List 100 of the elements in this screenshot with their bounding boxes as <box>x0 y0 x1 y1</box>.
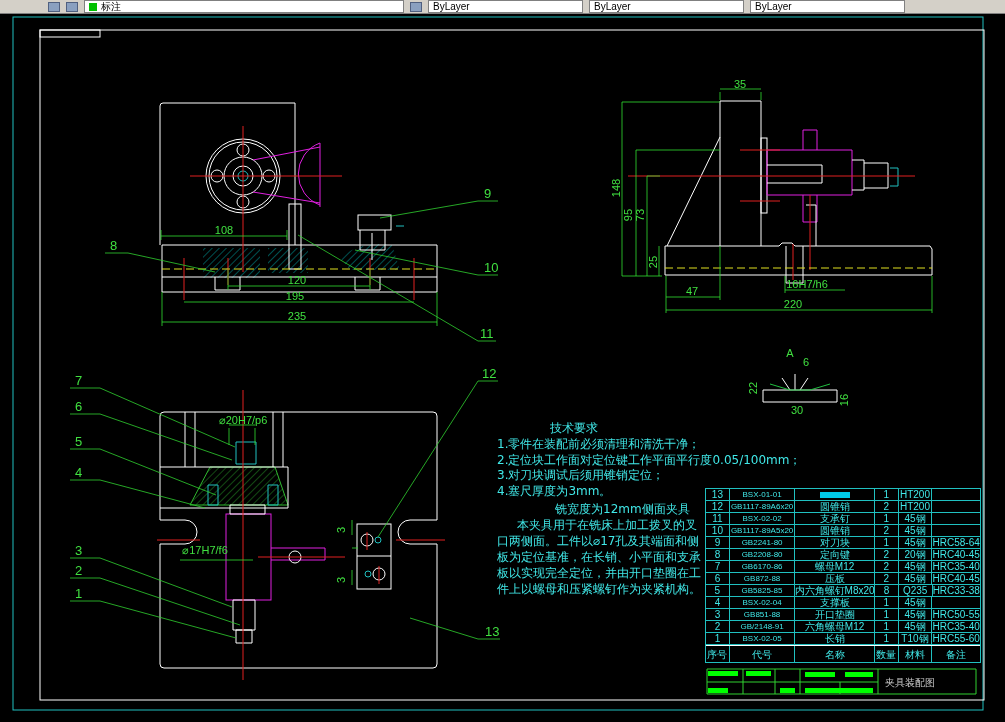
table-cell: HRC58-64 <box>932 537 980 548</box>
callout-number: 3 <box>75 543 83 558</box>
dimension-text: 47 <box>685 285 699 297</box>
description-title: 铣宽度为12mm侧面夹具 <box>555 502 690 516</box>
table-cell: 1 <box>874 621 899 632</box>
description-text: 板为定位基准，在长销、小平面和支承 <box>497 550 701 564</box>
table-cell: 6 <box>706 573 730 584</box>
table-cell: 45钢 <box>898 561 933 572</box>
table-cell: 压板 <box>795 573 875 584</box>
table-cell: BSX-02-02 <box>729 513 796 524</box>
color-square-icon <box>89 2 97 11</box>
table-cell: 4 <box>706 597 730 608</box>
table-cell: 45钢 <box>898 597 933 608</box>
column-header: 材料 <box>898 646 933 662</box>
dimension-line <box>351 519 359 586</box>
column-header: 代号 <box>729 646 796 662</box>
table-cell: 定向键 <box>795 549 875 560</box>
table-cell: 8 <box>875 585 899 596</box>
dimension-text: 16H7/h6 <box>786 278 828 290</box>
dimension-text: 235 <box>287 310 307 322</box>
table-cell: 8 <box>706 549 730 560</box>
property-dropdown[interactable]: ByLayer <box>589 0 744 13</box>
column-header: 序号 <box>706 646 730 662</box>
table-cell: 1 <box>874 513 899 524</box>
dimension-text: 148 <box>610 178 622 198</box>
callout-number: 5 <box>75 434 83 449</box>
table-cell: 45钢 <box>898 537 933 548</box>
table-cell: 内六角螺钉M8x20 <box>795 585 876 596</box>
column-header: 备注 <box>945 647 968 662</box>
callout-number: 12 <box>482 366 497 381</box>
table-cell: 1 <box>874 597 899 608</box>
description-text: 本夹具用于在铣床上加工拨叉的叉 <box>517 518 697 532</box>
table-cell: 1 <box>706 633 730 644</box>
table-cell: 45钢 <box>898 609 933 620</box>
column-header: 名称 <box>795 646 875 662</box>
property-dropdown[interactable]: ByLayer <box>428 0 583 13</box>
table-cell: HRC33-38 <box>932 585 980 596</box>
table-cell: HT200 <box>898 501 933 512</box>
requirements-title: 技术要求 <box>550 421 598 435</box>
table-cell: 10 <box>706 525 730 536</box>
dimension-text: 25 <box>647 255 659 269</box>
table-cell: HRC55-60 <box>932 633 980 644</box>
property-dropdown[interactable]: ByLayer <box>750 0 905 13</box>
table-cell: 长销 <box>795 633 875 644</box>
dimension-text: 73 <box>634 208 646 222</box>
dimension-text: 16 <box>838 393 850 407</box>
dimension-text: 3 <box>335 526 347 534</box>
table-cell: 圆锥销 <box>795 525 875 536</box>
table-cell: 支撑板 <box>795 597 875 608</box>
requirement-text: 4.塞尺厚度为3mm。 <box>497 483 612 498</box>
layer-dropdown[interactable]: 标注 <box>84 0 404 13</box>
table-cell: HRC35-40 <box>932 561 980 572</box>
dimension-text: 120 <box>287 274 307 286</box>
dimension-text: 35 <box>733 78 747 90</box>
dimension-text: 22 <box>747 381 759 395</box>
table-cell: 螺母M12 <box>795 561 875 572</box>
table-cell: GB851-88 <box>729 609 796 620</box>
table-cell: 对刀块 <box>795 537 875 548</box>
table-cell: GB6170-86 <box>729 561 796 572</box>
table-cell: 2 <box>874 573 899 584</box>
table-cell: 1 <box>874 609 899 620</box>
table-cell: GB2241-80 <box>729 537 796 548</box>
table-cell: 45钢 <box>898 573 933 584</box>
requirement-text: 3.对刀块调试后须用锥销定位； <box>497 468 665 482</box>
table-cell: HRC50-55 <box>932 609 980 620</box>
callout-number: 9 <box>484 186 492 201</box>
description-text: 板以实现完全定位，并由开口垫圈在工 <box>497 566 701 580</box>
table-cell: BSX-02-05 <box>729 633 796 644</box>
dimension-text: 195 <box>285 290 305 302</box>
callout-number: 10 <box>484 260 499 275</box>
table-cell: 1 <box>874 633 899 644</box>
table-cell: 45钢 <box>898 513 933 524</box>
table-cell: T10钢 <box>898 633 933 644</box>
table-cell: HRC40-45 <box>932 549 980 560</box>
dimension-text: 95 <box>622 208 634 222</box>
callout-number: 8 <box>110 238 118 253</box>
table-cell: 支承钉 <box>795 513 875 524</box>
table-cell: 9 <box>706 537 730 548</box>
table-cell: 2 <box>874 501 899 512</box>
description-text: 口两侧面。工件以⌀17孔及其端面和侧 <box>497 534 700 548</box>
table-cell: 2 <box>874 549 899 560</box>
dimension-text: 220 <box>783 298 803 310</box>
table-cell: GB1117-89A5x20 <box>729 525 796 536</box>
table-cell: HRC35-40 <box>932 621 980 632</box>
table-cell: GB/2148-91 <box>729 621 796 632</box>
table-cell: 13 <box>706 489 730 500</box>
callout-number: 6 <box>75 399 83 414</box>
callout-number: 7 <box>75 373 83 388</box>
callout-number: 4 <box>75 465 83 480</box>
callout-number: 2 <box>75 563 83 578</box>
dimension-text: 30 <box>790 404 804 416</box>
table-cell: 开口垫圈 <box>795 609 875 620</box>
table-cell: 1 <box>874 489 899 500</box>
table-cell: 45钢 <box>898 525 933 536</box>
table-cell: BSX-01-01 <box>729 489 796 500</box>
table-cell: 45钢 <box>898 621 933 632</box>
description-text: 件上以螺母和压紧螺钉作为夹紧机构。 <box>497 582 701 596</box>
table-cell: 7 <box>706 561 730 572</box>
dimension-text: 3 <box>335 576 347 584</box>
table-cell: GB872-88 <box>729 573 796 584</box>
